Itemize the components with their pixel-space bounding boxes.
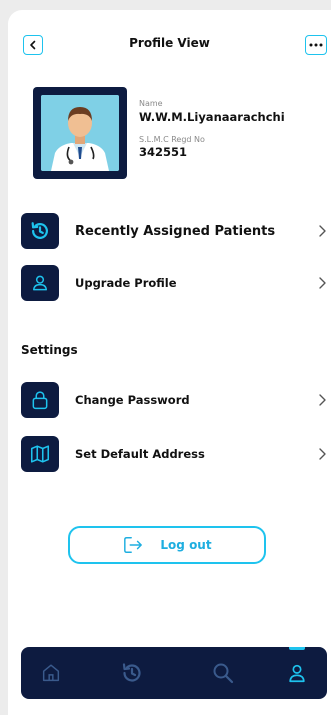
name-value: W.W.M.Liyanaarachchi bbox=[139, 110, 285, 124]
user-icon bbox=[33, 275, 47, 291]
chevron-right-icon bbox=[319, 394, 326, 406]
reg-number-label: S.L.M.C Regd No bbox=[139, 135, 205, 144]
lock-icon bbox=[32, 391, 48, 410]
nav-home[interactable] bbox=[37, 659, 65, 687]
chevron-right-icon bbox=[319, 225, 326, 237]
logout-icon bbox=[124, 537, 143, 553]
profile-avatar bbox=[33, 87, 127, 179]
upgrade-profile-label: Upgrade Profile bbox=[75, 276, 177, 290]
recently-assigned-patients-label: Recently Assigned Patients bbox=[75, 223, 276, 239]
home-icon bbox=[42, 664, 60, 682]
set-default-address-row[interactable]: Set Default Address bbox=[21, 436, 327, 472]
logout-button[interactable]: Log out bbox=[68, 526, 266, 564]
profile-screen: Profile View Name W.W.M.Liyanaarachchi S… bbox=[8, 10, 331, 715]
search-icon bbox=[213, 663, 234, 684]
set-default-address-label: Set Default Address bbox=[75, 447, 205, 461]
doctor-avatar-icon bbox=[41, 95, 119, 171]
change-password-label: Change Password bbox=[75, 393, 190, 407]
reg-number-value: 342551 bbox=[139, 145, 188, 159]
upgrade-profile-row[interactable]: Upgrade Profile bbox=[21, 265, 327, 301]
recently-assigned-patients-row[interactable]: Recently Assigned Patients bbox=[21, 213, 327, 249]
lock-icon-box bbox=[21, 382, 59, 418]
map-icon-box bbox=[21, 436, 59, 472]
more-horizontal-icon bbox=[309, 43, 323, 47]
nav-history[interactable] bbox=[118, 659, 146, 687]
nav-search[interactable] bbox=[209, 659, 237, 687]
bottom-navigation bbox=[21, 647, 327, 699]
user-icon-box bbox=[21, 265, 59, 301]
logout-label: Log out bbox=[160, 538, 212, 552]
nav-profile[interactable] bbox=[283, 659, 311, 687]
name-label: Name bbox=[139, 99, 163, 108]
active-tab-indicator bbox=[289, 647, 305, 650]
history-icon bbox=[31, 222, 48, 239]
change-password-row[interactable]: Change Password bbox=[21, 382, 327, 418]
more-options-button[interactable] bbox=[305, 35, 327, 55]
history-icon-box bbox=[21, 213, 59, 249]
map-icon bbox=[30, 445, 50, 463]
chevron-right-icon bbox=[319, 448, 326, 460]
page-title: Profile View bbox=[129, 36, 210, 50]
settings-heading: Settings bbox=[21, 343, 78, 357]
chevron-right-icon bbox=[319, 277, 326, 289]
user-icon bbox=[289, 664, 305, 683]
history-icon bbox=[122, 663, 141, 682]
